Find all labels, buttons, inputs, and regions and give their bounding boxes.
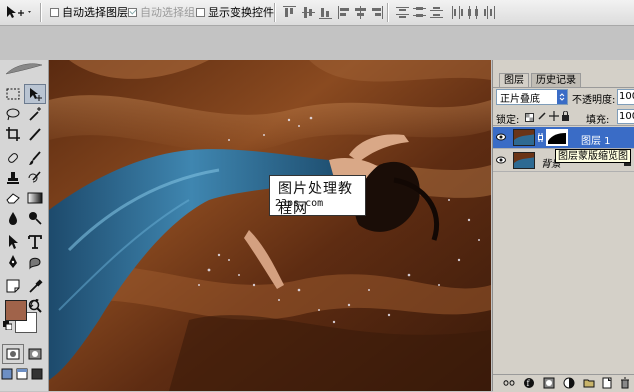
layer-name: 图层 1 (581, 136, 611, 147)
watermark-url: 23ps.com (275, 198, 324, 209)
distribute-top-icon[interactable] (396, 6, 409, 19)
lasso-tool-icon[interactable] (2, 104, 24, 124)
blend-mode-value: 正片叠底 (500, 93, 540, 105)
lock-all-icon[interactable] (561, 110, 570, 121)
gradient-tool-icon[interactable] (24, 188, 46, 208)
distribute-left-icon[interactable] (451, 6, 464, 19)
fill-label: 填充: (586, 115, 610, 126)
brush-tool-icon[interactable] (24, 148, 46, 168)
blend-mode-select[interactable]: 正片叠底 (496, 89, 568, 105)
auto-select-layer-checkbox[interactable] (50, 7, 59, 17)
move-tool-icon (7, 6, 31, 18)
distribute-bottom-icon[interactable] (430, 6, 443, 19)
auto-select-group-option[interactable]: 自动选择组 (128, 3, 195, 21)
options-bar: 自动选择图层 自动选择组 显示变换控件 (0, 0, 634, 26)
pen-tool-icon[interactable] (2, 252, 24, 272)
toolbar-separator (274, 3, 276, 22)
align-top-icon[interactable] (283, 6, 296, 19)
layer-mask-thumbnail[interactable] (546, 129, 568, 146)
toolbar-separator (387, 3, 389, 22)
move-tool-icon (30, 88, 42, 101)
fill-input[interactable]: 100 (617, 109, 634, 124)
screen-mode-maximized-icon[interactable] (15, 364, 29, 384)
foreground-color-swatch[interactable] (5, 300, 27, 321)
default-colors-icon[interactable] (3, 320, 13, 331)
layer-row-layer1[interactable]: 图层 1 (493, 127, 634, 149)
visibility-eye-icon[interactable] (496, 156, 506, 164)
path-selection-icon[interactable] (2, 232, 24, 252)
eyedropper-icon[interactable] (24, 276, 46, 296)
opacity-label: 不透明度: (572, 95, 616, 106)
distribute-horizontal-center-icon[interactable] (467, 6, 480, 19)
crop-tool-icon[interactable] (2, 124, 24, 144)
tooltip: 图层蒙版缩览图 (555, 149, 631, 163)
dodge-tool-icon[interactable] (24, 208, 46, 228)
new-layer-icon[interactable] (601, 377, 613, 389)
layer-thumbnail[interactable] (513, 129, 535, 146)
align-vertical-center-icon[interactable] (302, 6, 315, 19)
lock-image-icon[interactable] (537, 111, 547, 121)
show-transform-controls-label: 显示变换控件 (208, 6, 274, 19)
distribute-vertical-center-icon[interactable] (413, 6, 426, 19)
link-layers-icon[interactable] (503, 378, 515, 388)
auto-select-layer-option[interactable]: 自动选择图层 (50, 3, 128, 21)
auto-select-layer-label: 自动选择图层 (62, 6, 128, 19)
tool-preset-picker[interactable] (4, 3, 32, 21)
history-brush-icon[interactable] (24, 168, 46, 188)
toolbar-separator (40, 3, 42, 22)
visibility-eye-icon[interactable] (496, 133, 506, 141)
tab-layers[interactable]: 图层 (499, 73, 529, 87)
panel-dock-area (0, 26, 634, 60)
standard-mode-button[interactable] (2, 344, 24, 364)
notes-tool-icon[interactable] (2, 276, 24, 296)
align-bottom-icon[interactable] (319, 6, 332, 19)
magic-wand-icon[interactable] (24, 104, 46, 124)
chain-link-icon[interactable] (537, 132, 544, 143)
adjustment-layer-icon[interactable] (563, 377, 575, 389)
custom-shape-icon[interactable] (24, 252, 46, 272)
align-left-icon[interactable] (338, 6, 351, 19)
new-group-icon[interactable] (583, 377, 595, 389)
document-canvas[interactable] (49, 60, 491, 391)
show-transform-controls-option[interactable]: 显示变换控件 (196, 3, 274, 21)
watermark: 图片处理教程网 23ps.com (269, 175, 366, 217)
auto-select-group-checkbox[interactable] (128, 7, 137, 17)
show-transform-controls-checkbox[interactable] (196, 7, 205, 17)
slice-tool-icon[interactable] (24, 124, 46, 144)
clone-stamp-icon[interactable] (2, 168, 24, 188)
type-tool-icon[interactable] (24, 232, 46, 252)
marquee-tool-icon[interactable] (2, 84, 24, 104)
layers-panel: 图层 历史记录 正片叠底 不透明度: 100 锁定: 填充: 100 图层 1 … (492, 60, 634, 392)
align-horizontal-center-icon[interactable] (354, 6, 367, 19)
eraser-tool-icon[interactable] (2, 188, 24, 208)
add-mask-icon[interactable] (543, 377, 555, 389)
toolbox (0, 60, 49, 391)
tab-history[interactable]: 历史记录 (531, 73, 581, 87)
screen-mode-full-icon[interactable] (30, 364, 44, 384)
layers-panel-footer: f (493, 374, 634, 392)
chevron-down-icon (557, 90, 567, 104)
blur-tool-icon[interactable] (2, 208, 24, 228)
lock-position-icon[interactable] (549, 111, 559, 121)
opacity-input[interactable]: 100 (617, 89, 634, 105)
swap-colors-icon[interactable] (29, 298, 39, 308)
lock-transparent-icon[interactable] (525, 112, 534, 122)
delete-layer-icon[interactable] (619, 377, 631, 389)
align-right-icon[interactable] (370, 6, 383, 19)
screen-mode-standard-icon[interactable] (0, 364, 14, 384)
layer-style-icon[interactable]: f (523, 377, 535, 389)
move-tool-button[interactable] (24, 84, 46, 104)
healing-brush-icon[interactable] (2, 148, 24, 168)
quick-mask-button[interactable] (24, 344, 46, 364)
layer-thumbnail[interactable] (513, 152, 535, 169)
lock-label: 锁定: (496, 115, 520, 126)
distribute-right-icon[interactable] (483, 6, 496, 19)
feather-logo-icon (5, 63, 43, 75)
artwork-image (49, 60, 491, 391)
auto-select-group-label: 自动选择组 (140, 6, 195, 19)
